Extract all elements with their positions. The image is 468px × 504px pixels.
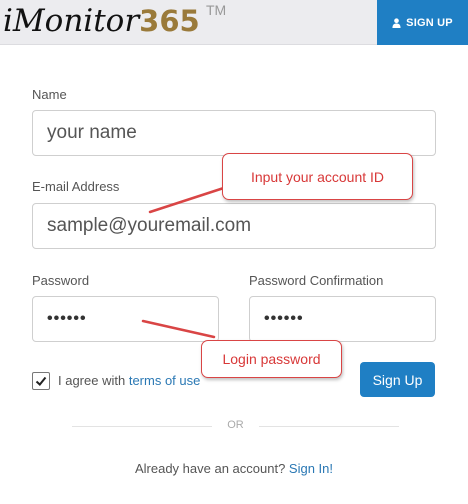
logo-text-365: 365	[139, 4, 200, 38]
name-input-value: your name	[47, 122, 137, 143]
header-signup-button[interactable]: SIGN UP	[377, 0, 468, 45]
login-password-callout: Login password	[201, 340, 342, 378]
account-id-callout: Input your account ID	[222, 153, 413, 200]
checkmark-icon	[35, 376, 47, 386]
top-header: iMonitor365 TM SIGN UP	[0, 0, 468, 45]
password-confirm-value: ••••••	[264, 310, 304, 327]
header-signup-label: SIGN UP	[406, 16, 453, 29]
password-label: Password	[32, 273, 90, 288]
logo: iMonitor365	[3, 3, 200, 39]
email-input[interactable]: sample@youremail.com	[32, 203, 436, 249]
signin-prompt-text: Already have an account?	[134, 461, 286, 476]
signup-submit-button[interactable]: Sign Up	[360, 362, 435, 397]
agree-text: I agree with terms of use	[58, 373, 200, 388]
name-input[interactable]: your name	[32, 110, 436, 156]
password-input-value: ••••••	[47, 310, 87, 327]
login-password-callout-text: Login password	[222, 351, 321, 367]
password-confirm-input[interactable]: ••••••	[249, 296, 436, 342]
email-label: E-mail Address	[32, 179, 120, 194]
password-input[interactable]: ••••••	[32, 296, 219, 342]
agree-label: I agree with	[58, 373, 126, 388]
agree-checkbox[interactable]	[32, 372, 50, 390]
or-text: OR	[227, 419, 244, 431]
email-input-value: sample@youremail.com	[47, 215, 252, 236]
user-icon	[392, 17, 401, 28]
signup-submit-label: Sign Up	[372, 371, 423, 388]
password-confirm-label: Password Confirmation	[249, 273, 384, 288]
signin-prompt: Already have an account? Sign In!	[0, 461, 468, 476]
divider-line-right	[259, 426, 399, 427]
logo-text-imonitor: iMonitor	[3, 3, 140, 39]
signin-link[interactable]: Sign In!	[289, 461, 333, 476]
name-label: Name	[32, 87, 67, 102]
or-divider: OR	[72, 419, 399, 435]
trademark-symbol: TM	[206, 2, 227, 18]
account-id-callout-text: Input your account ID	[250, 168, 385, 185]
terms-of-use-link[interactable]: terms of use	[129, 373, 201, 388]
